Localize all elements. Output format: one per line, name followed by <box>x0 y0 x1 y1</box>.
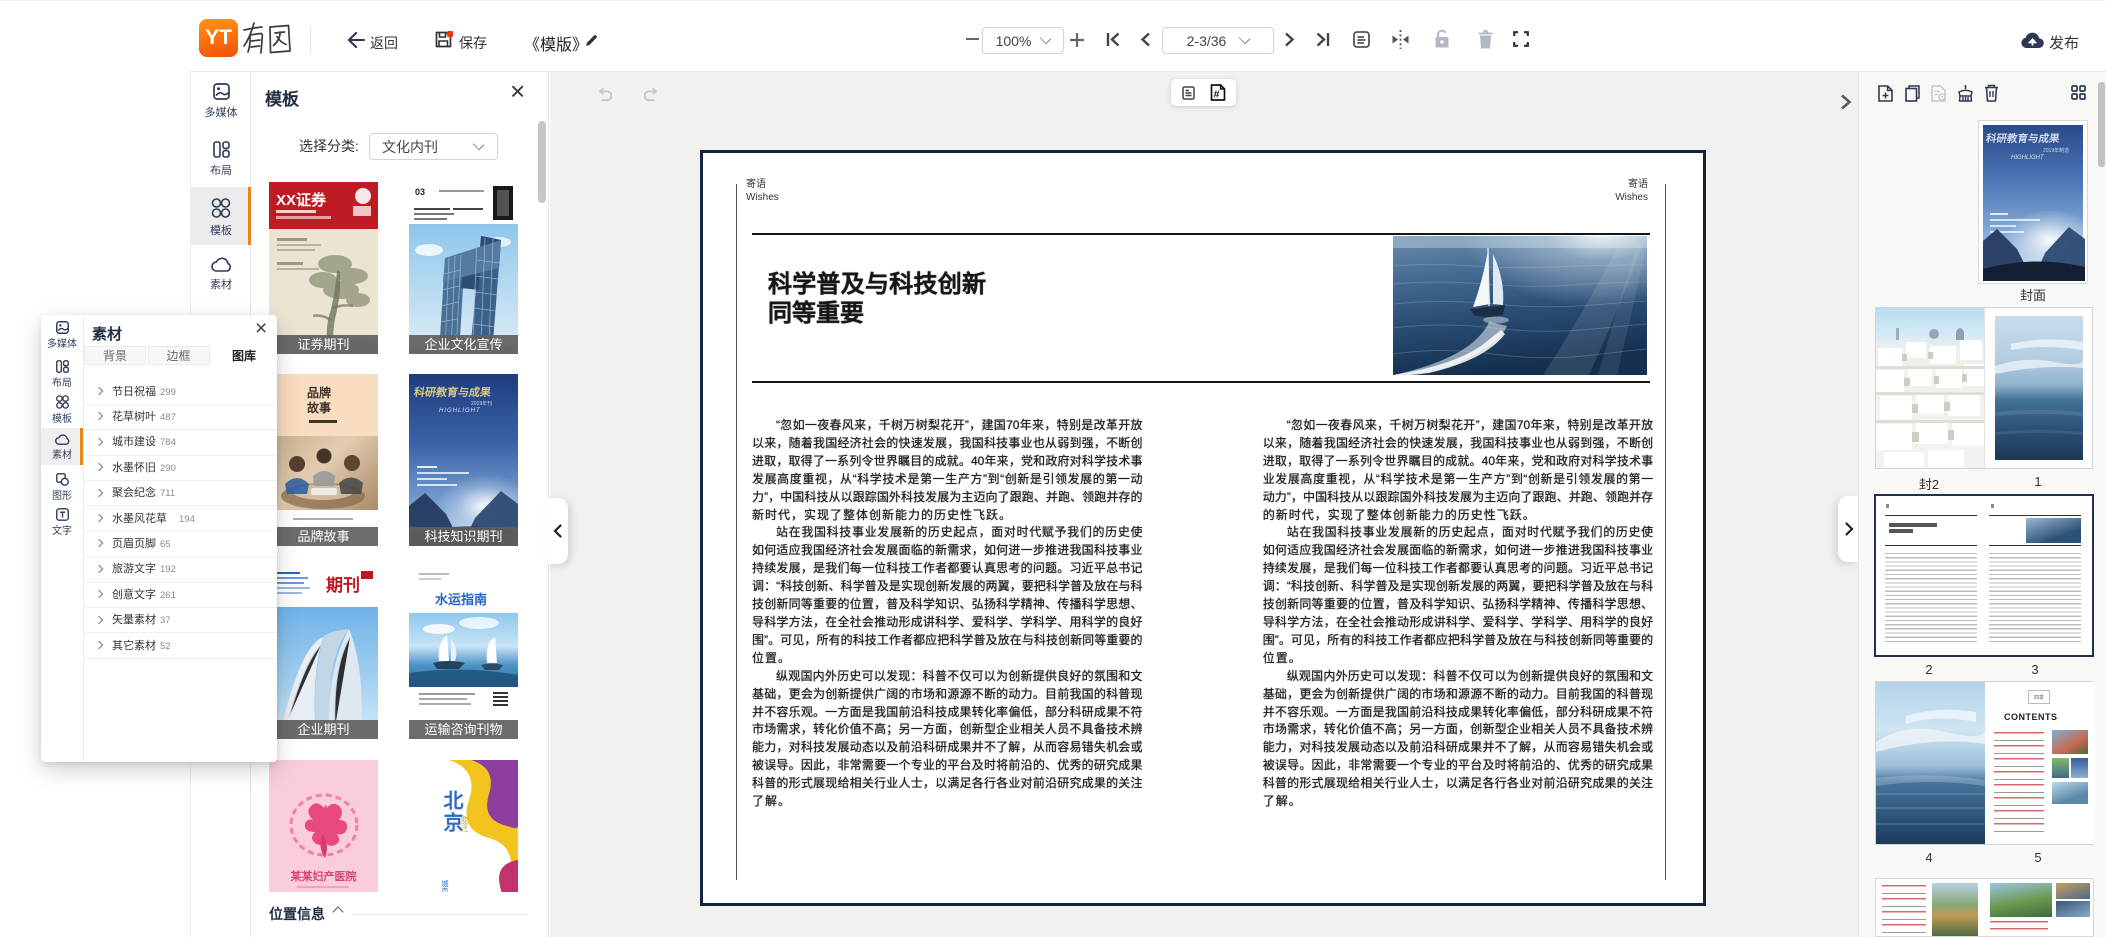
svg-text:#: # <box>1214 88 1220 100</box>
